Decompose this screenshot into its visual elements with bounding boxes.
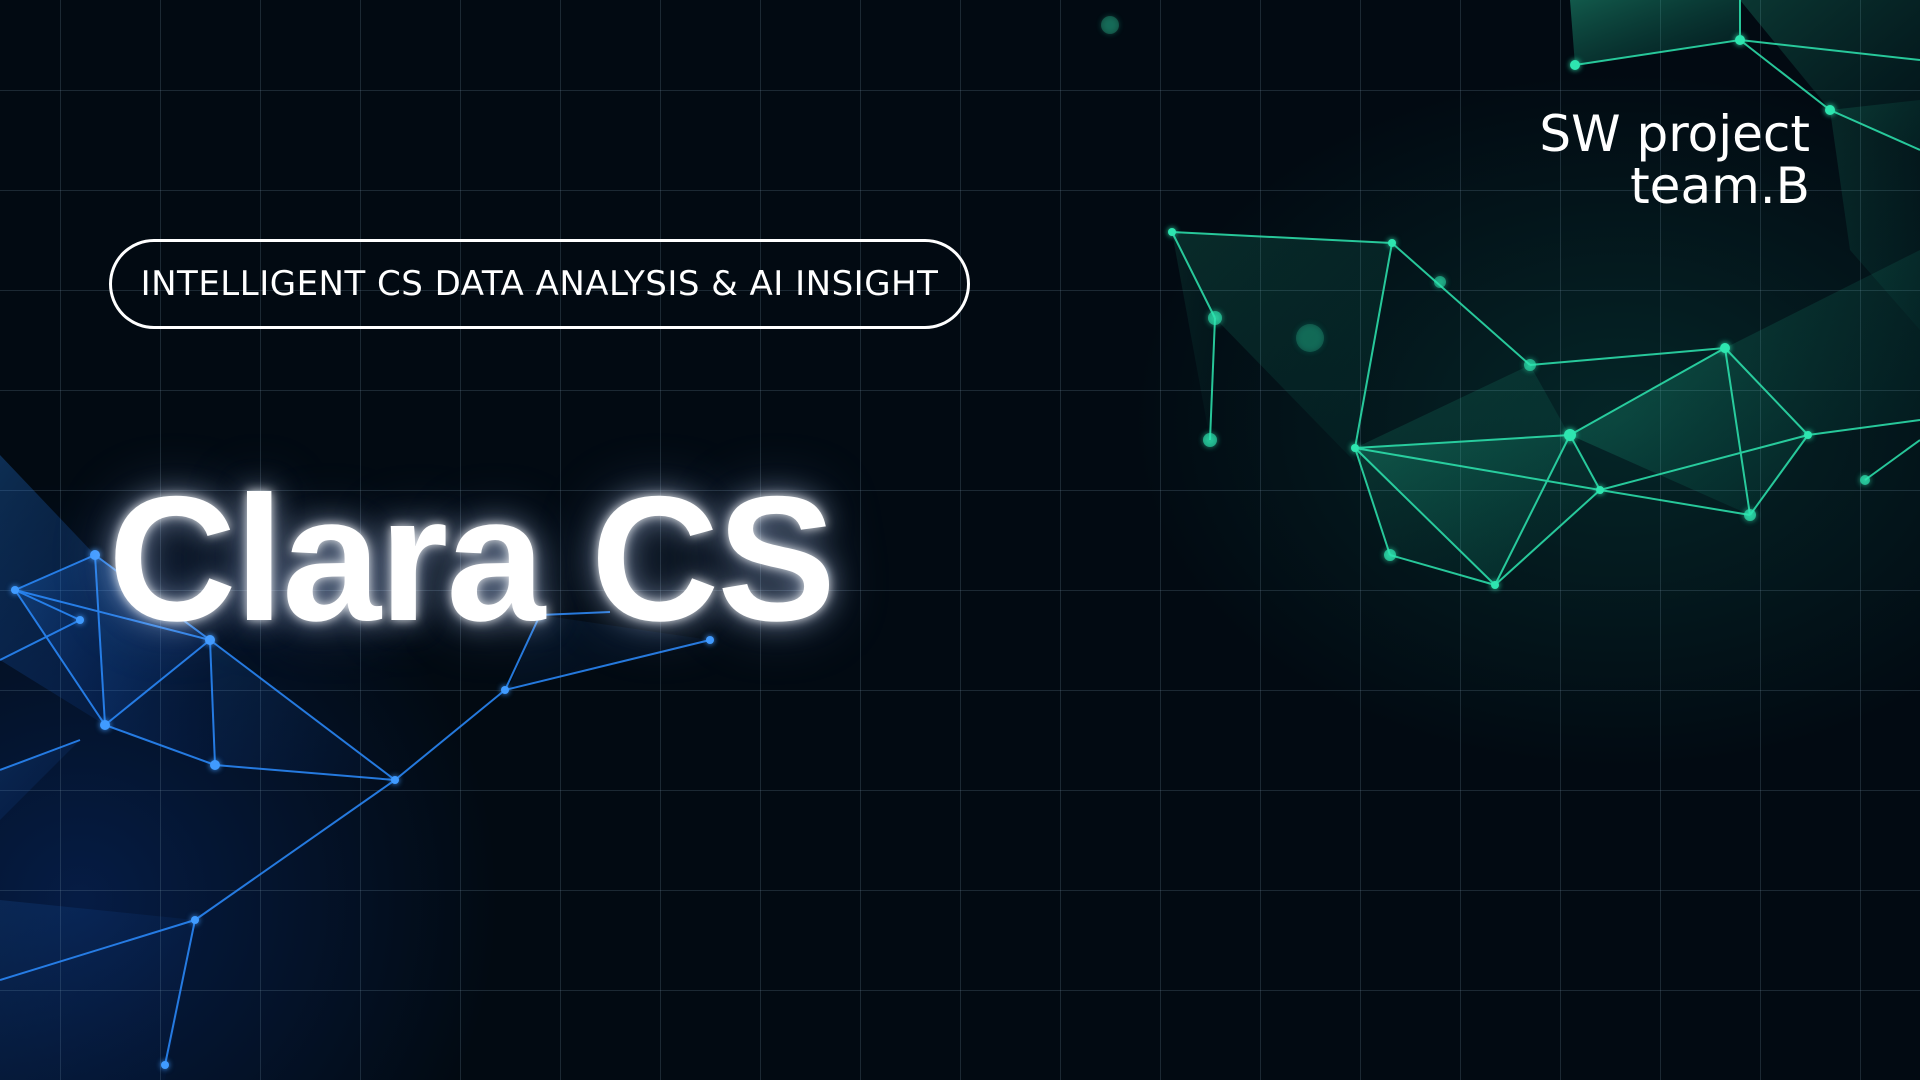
team-name: team.B <box>1630 157 1810 215</box>
team-label: SW project team.B <box>1539 108 1810 212</box>
tagline-pill: INTELLIGENT CS DATA ANALYSIS & AI INSIGH… <box>109 239 970 329</box>
tagline-text: INTELLIGENT CS DATA ANALYSIS & AI INSIGH… <box>140 264 939 304</box>
title-slide: SW project team.B INTELLIGENT CS DATA AN… <box>0 0 1920 1080</box>
green-network <box>1101 0 1920 589</box>
project-name: SW project <box>1539 105 1810 163</box>
main-title: Clara CS <box>108 459 836 658</box>
